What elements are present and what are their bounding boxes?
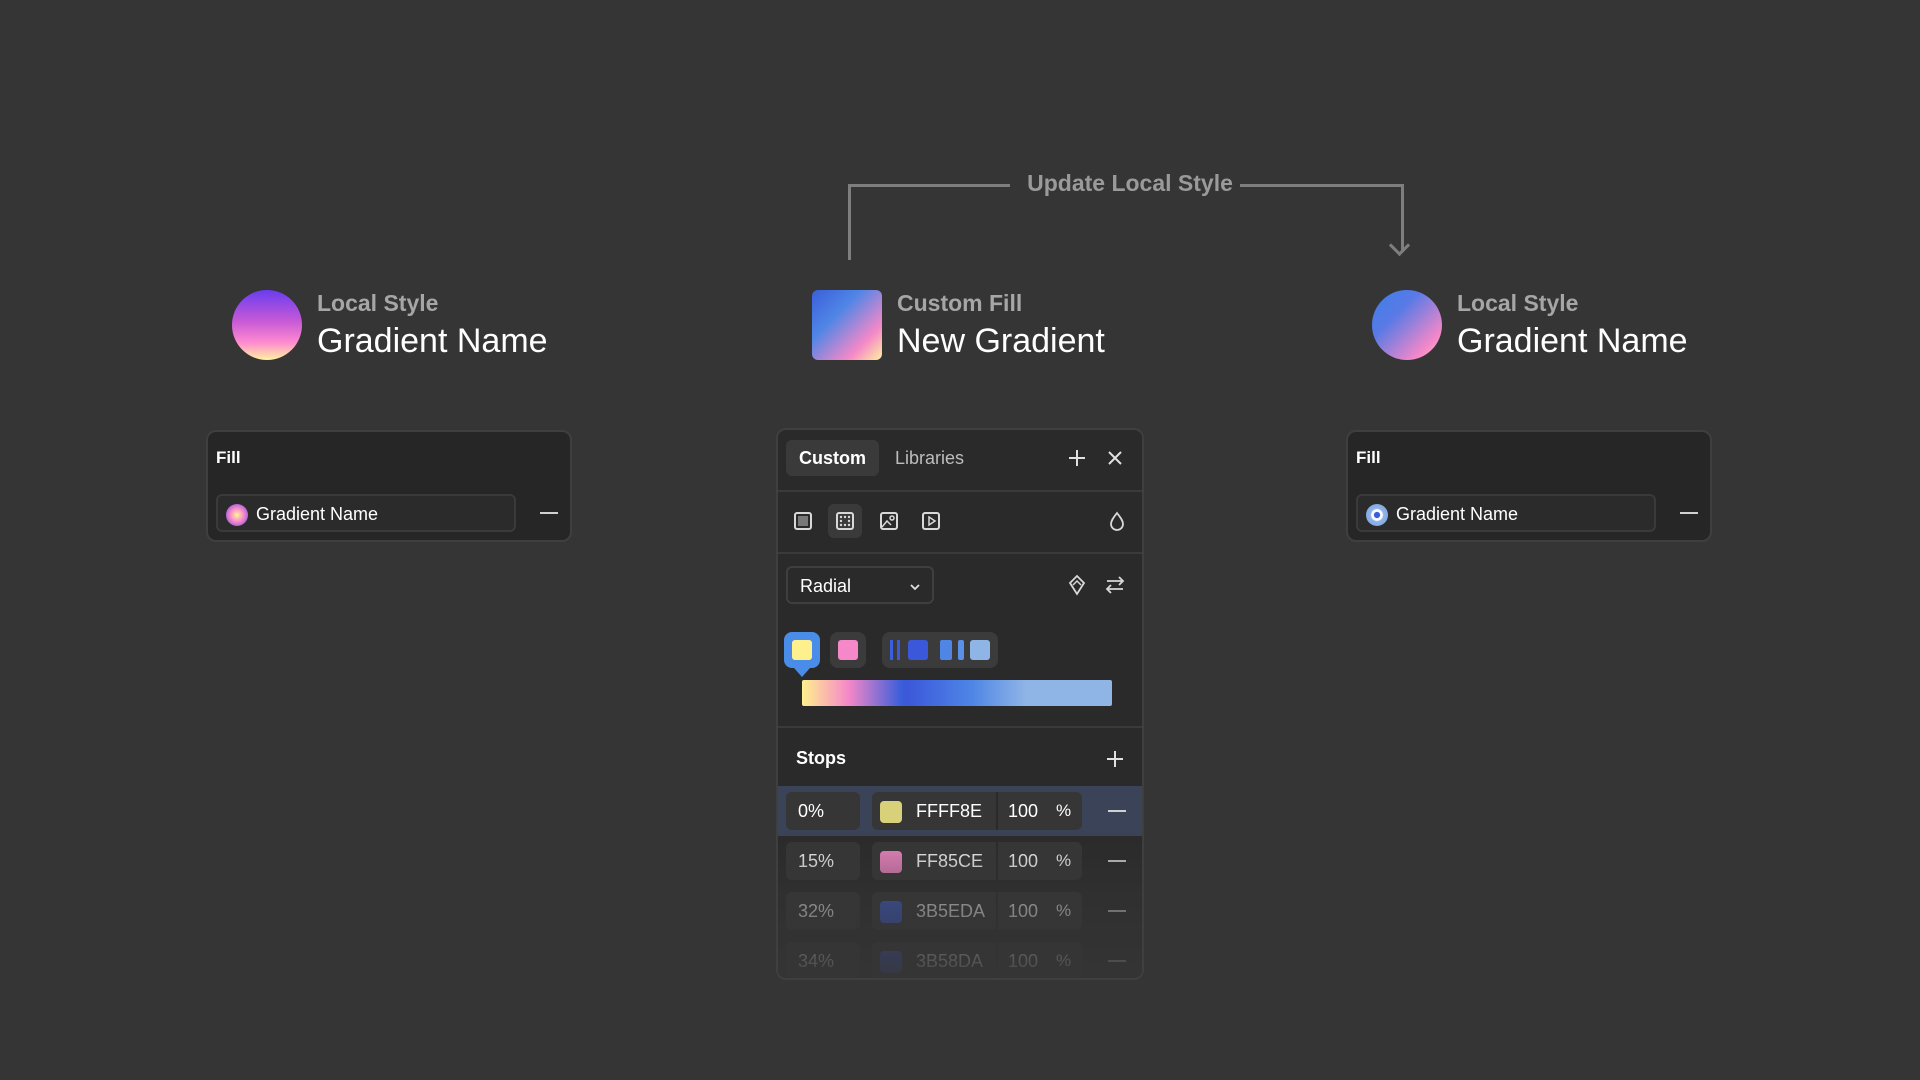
add-stop-icon[interactable] bbox=[1098, 742, 1132, 776]
right-gradient-swatch bbox=[1372, 290, 1442, 360]
stop-position: 34% bbox=[798, 951, 835, 971]
divider bbox=[996, 892, 998, 930]
stop-color bbox=[838, 640, 858, 660]
gradient-type-select[interactable]: Radial bbox=[786, 566, 934, 604]
stop-hex: 3B58DA bbox=[916, 951, 984, 971]
stop-row[interactable]: 15% FF85CE 100 % bbox=[778, 836, 1142, 886]
stop-position: 0% bbox=[798, 801, 825, 821]
color-picker-panel: Custom Libraries Radial Stops 0% FFFF8E … bbox=[776, 428, 1144, 980]
selected-stop-pointer bbox=[794, 668, 810, 677]
gradient-stop-cluster[interactable] bbox=[882, 632, 998, 668]
stop-row[interactable]: 34% 3B58DA 100 % bbox=[778, 936, 1142, 978]
stop-opacity-unit: % bbox=[1056, 951, 1072, 970]
stop-color bbox=[792, 640, 812, 660]
stop-position-field[interactable]: 15% bbox=[786, 842, 860, 880]
connector-label: Update Local Style bbox=[1027, 170, 1233, 196]
stop-swatch[interactable] bbox=[880, 801, 902, 823]
stop-opacity-unit: % bbox=[1056, 901, 1072, 920]
stops-title: Stops bbox=[796, 748, 847, 768]
close-icon[interactable] bbox=[1098, 441, 1132, 475]
stop-color-field[interactable]: 3B5EDA 100 % bbox=[872, 892, 1082, 930]
gradient-stop-handle[interactable] bbox=[830, 632, 866, 668]
fill-title: Fill bbox=[1356, 448, 1381, 467]
stop-opacity: 100 bbox=[1008, 801, 1039, 821]
stop-hex: FFFF8E bbox=[916, 801, 982, 821]
stop-hex: FF85CE bbox=[916, 851, 984, 871]
rotate-gradient-icon[interactable] bbox=[1060, 568, 1094, 602]
center-gradient-swatch bbox=[812, 290, 882, 360]
center-header-title: New Gradient bbox=[897, 322, 1105, 360]
left-header-kicker: Local Style bbox=[317, 290, 439, 316]
chevron-down-icon bbox=[910, 584, 920, 591]
stop-opacity-unit: % bbox=[1056, 801, 1072, 820]
remove-stop-button[interactable] bbox=[1108, 910, 1126, 912]
divider bbox=[996, 842, 998, 880]
stop-color bbox=[940, 640, 952, 660]
solid-fill-icon[interactable] bbox=[786, 504, 820, 538]
stop-position: 15% bbox=[798, 851, 835, 871]
remove-stop-button[interactable] bbox=[1108, 960, 1126, 962]
swap-stops-icon[interactable] bbox=[1098, 568, 1132, 602]
fill-title: Fill bbox=[216, 448, 241, 467]
style-swatch bbox=[1366, 504, 1388, 526]
right-fill-panel: Fill Gradient Name bbox=[1346, 430, 1712, 542]
stop-opacity-unit: % bbox=[1056, 851, 1072, 870]
stop-row[interactable]: 32% 3B5EDA 100 % bbox=[778, 886, 1142, 936]
remove-stop-button[interactable] bbox=[1108, 810, 1126, 812]
stop-color-field[interactable]: FF85CE 100 % bbox=[872, 842, 1082, 880]
left-gradient-swatch bbox=[232, 290, 302, 360]
left-fill-panel: Fill Gradient Name bbox=[206, 430, 572, 542]
stop-color bbox=[970, 640, 990, 660]
fill-style-name: Gradient Name bbox=[256, 504, 379, 524]
stop-opacity: 100 bbox=[1008, 901, 1039, 921]
stop-color bbox=[908, 640, 928, 660]
divider bbox=[996, 792, 998, 830]
stop-position-field[interactable]: 32% bbox=[786, 892, 860, 930]
remove-stop-button[interactable] bbox=[1108, 860, 1126, 862]
stop-color-field[interactable]: 3B58DA 100 % bbox=[872, 942, 1082, 978]
stop-opacity: 100 bbox=[1008, 851, 1039, 871]
divider bbox=[778, 490, 1142, 492]
fill-style-field[interactable]: Gradient Name bbox=[1356, 494, 1656, 532]
divider bbox=[778, 726, 1142, 728]
left-header-title: Gradient Name bbox=[317, 322, 548, 360]
gradient-preview-bar[interactable] bbox=[802, 680, 1112, 706]
stop-swatch[interactable] bbox=[880, 951, 902, 973]
fill-style-field[interactable]: Gradient Name bbox=[216, 494, 516, 532]
connector-left-vertical bbox=[848, 184, 851, 260]
add-icon[interactable] bbox=[1060, 441, 1094, 475]
image-fill-icon[interactable] bbox=[872, 504, 906, 538]
right-header-kicker: Local Style bbox=[1457, 290, 1579, 316]
right-header-title: Gradient Name bbox=[1457, 322, 1688, 360]
video-fill-icon[interactable] bbox=[914, 504, 948, 538]
gradient-type-value: Radial bbox=[800, 576, 852, 596]
gradient-stop-handle[interactable] bbox=[784, 632, 820, 668]
remove-fill-button[interactable] bbox=[1680, 512, 1698, 514]
stop-position: 32% bbox=[798, 901, 835, 921]
remove-fill-button[interactable] bbox=[540, 512, 558, 514]
stop-color bbox=[897, 640, 900, 660]
stop-hex: 3B5EDA bbox=[916, 901, 986, 921]
connector-right-horizontal bbox=[1240, 184, 1404, 187]
fill-style-name: Gradient Name bbox=[1396, 504, 1519, 524]
stop-swatch[interactable] bbox=[880, 851, 902, 873]
stop-color bbox=[958, 640, 964, 660]
stop-color bbox=[890, 640, 893, 660]
style-swatch bbox=[226, 504, 248, 526]
tab-custom[interactable]: Custom bbox=[786, 440, 879, 476]
divider bbox=[778, 552, 1142, 554]
stop-swatch[interactable] bbox=[880, 901, 902, 923]
center-header-kicker: Custom Fill bbox=[897, 290, 1023, 316]
gradient-fill-icon[interactable] bbox=[828, 504, 862, 538]
tab-libraries[interactable]: Libraries bbox=[882, 440, 977, 476]
stop-position-field[interactable]: 34% bbox=[786, 942, 860, 978]
divider bbox=[996, 942, 998, 978]
stop-row[interactable]: 0% FFFF8E 100 % bbox=[778, 786, 1142, 836]
opacity-drop-icon[interactable] bbox=[1100, 504, 1134, 538]
stop-color-field[interactable]: FFFF8E 100 % bbox=[872, 792, 1082, 830]
stop-opacity: 100 bbox=[1008, 951, 1039, 971]
connector-left-horizontal bbox=[848, 184, 1010, 187]
arrow-down-icon bbox=[1388, 234, 1411, 257]
stop-position-field[interactable]: 0% bbox=[786, 792, 860, 830]
